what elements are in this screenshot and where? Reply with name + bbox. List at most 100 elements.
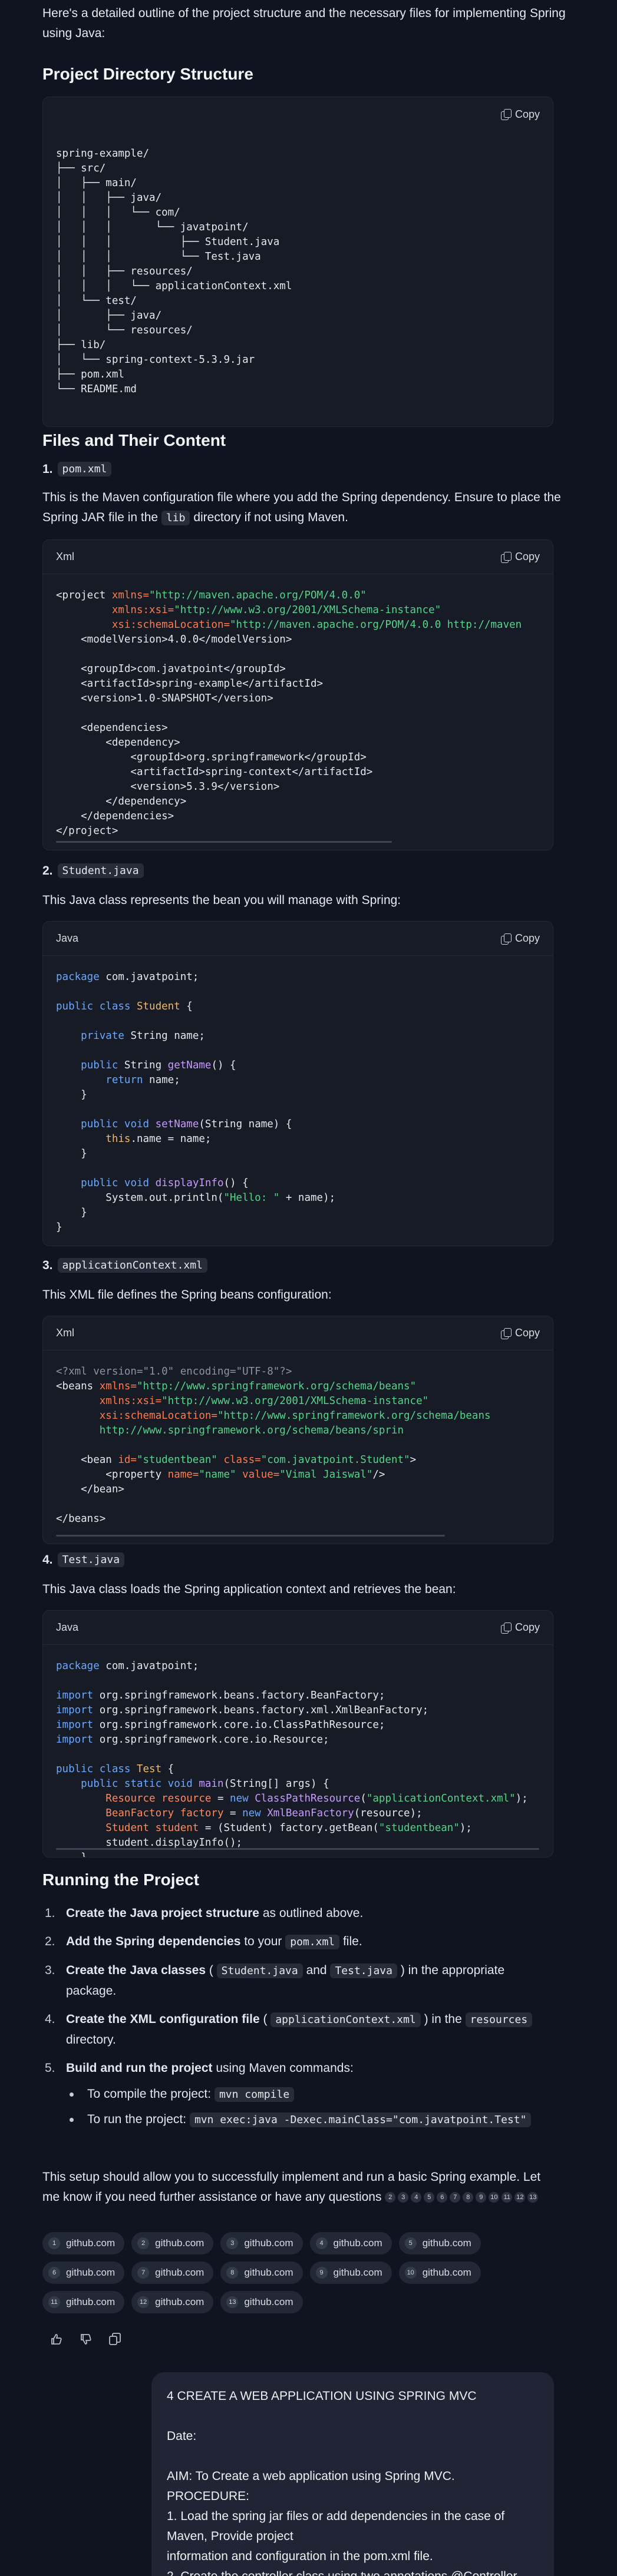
source-label: github.com <box>66 2267 116 2278</box>
intro-text: Here's a detailed outline of the project… <box>42 6 566 40</box>
file-heading-appcontext: 3. applicationContext.xml <box>42 1258 207 1273</box>
section-title-directory: Project Directory Structure <box>42 65 253 83</box>
source-label: github.com <box>422 2267 471 2278</box>
appcontext-description: This XML file defines the Spring beans c… <box>42 1288 332 1302</box>
horizontal-scrollbar[interactable] <box>56 841 392 843</box>
source-row: 6 github.com 7 github.com 8 github.com 9 github… <box>42 2262 561 2284</box>
test-code: package com.javatpoint; import org.sprin… <box>56 1660 528 1857</box>
thumbs-down-icon[interactable] <box>79 2332 93 2349</box>
source-number: 7 <box>137 2267 150 2279</box>
copy-icon <box>500 933 512 945</box>
source-number: 12 <box>137 2296 150 2308</box>
closing-text: This setup should allow you to successfu… <box>42 2170 541 2204</box>
citation-marker[interactable]: 11 <box>501 2192 513 2203</box>
source-label: github.com <box>155 2267 204 2278</box>
file-heading-student: 2. Student.java <box>42 863 144 878</box>
source-number: 6 <box>48 2267 60 2279</box>
copy-button[interactable]: Copy <box>500 551 540 563</box>
source-row: 11 github.com 12 github.com 13 github.com <box>42 2291 561 2313</box>
citation-marker[interactable]: 6 <box>437 2192 448 2203</box>
citation-marker[interactable]: 2 <box>385 2192 396 2203</box>
section-title-files: Files and Their Content <box>42 431 226 449</box>
file-heading-test: 4. Test.java <box>42 1552 125 1567</box>
source-number: 9 <box>315 2267 328 2279</box>
file-heading-pom: 1. pom.xml <box>42 462 112 476</box>
source-number: 2 <box>137 2237 150 2249</box>
appcontext-code: <?xml version="1.0" encoding="UTF-8"?> <… <box>56 1366 491 1525</box>
student-code: package com.javatpoint; public class Stu… <box>56 971 336 1233</box>
source-chip[interactable]: 5 github.com <box>398 2232 481 2254</box>
section-title-running: Running the Project <box>42 1870 199 1889</box>
message-actions <box>50 2332 121 2349</box>
source-chip[interactable]: 4 github.com <box>309 2232 392 2254</box>
source-chip[interactable]: 7 github.com <box>131 2262 214 2284</box>
source-label: github.com <box>244 2237 293 2249</box>
source-chip[interactable]: 6 github.com <box>42 2262 125 2284</box>
copy-button[interactable]: Copy <box>500 932 540 945</box>
source-label: github.com <box>333 2267 382 2278</box>
horizontal-scrollbar[interactable] <box>56 1848 539 1850</box>
list-item: 3. Create the Java classes ( Student.java… <box>45 1964 505 1998</box>
copy-icon[interactable] <box>108 2332 121 2349</box>
source-chip[interactable]: 10 github.com <box>398 2262 481 2284</box>
list-item: 2. Add the Spring dependencies to your po… <box>45 1935 362 1949</box>
citation-marker[interactable]: 9 <box>476 2192 487 2203</box>
source-chip[interactable]: 9 github.com <box>309 2262 392 2284</box>
code-block-appcontext: Xml Copy <?xml version="1.0" encoding="U… <box>42 1316 553 1544</box>
source-number: 3 <box>226 2237 239 2249</box>
pom-description: This is the Maven configuration file whe… <box>42 491 561 525</box>
code-block-test: Java Copy package com.javatpoint; import… <box>42 1610 553 1857</box>
source-chip[interactable]: 11 github.com <box>42 2291 125 2313</box>
source-chip[interactable]: 12 github.com <box>131 2291 214 2313</box>
list-item: To run the project: mvn exec:java -Dexec… <box>66 2110 552 2130</box>
horizontal-scrollbar[interactable] <box>56 1535 445 1537</box>
citation-marker[interactable]: 7 <box>450 2192 461 2203</box>
source-number: 10 <box>404 2267 417 2279</box>
source-chip[interactable]: 3 github.com <box>220 2232 303 2254</box>
source-label: github.com <box>66 2237 116 2249</box>
source-number: 13 <box>226 2296 239 2308</box>
source-number: 1 <box>48 2237 60 2249</box>
citation-marker[interactable]: 8 <box>463 2192 474 2203</box>
list-item: 5. Build and run the project using Maven … <box>45 2058 552 2130</box>
copy-icon <box>500 109 512 120</box>
source-label: github.com <box>244 2296 293 2307</box>
citation-marker[interactable]: 12 <box>514 2192 526 2203</box>
citation-marker[interactable]: 13 <box>527 2192 539 2203</box>
source-chip[interactable]: 13 github.com <box>220 2291 303 2313</box>
citation-marker[interactable]: 3 <box>398 2192 409 2203</box>
copy-icon <box>500 1327 512 1339</box>
source-label: github.com <box>155 2237 204 2249</box>
copy-icon <box>500 551 512 563</box>
source-number: 11 <box>48 2296 60 2308</box>
source-label: github.com <box>66 2296 116 2307</box>
source-chip[interactable]: 2 github.com <box>131 2232 214 2254</box>
pom-code: <project xmlns="http://maven.apache.org/… <box>56 590 522 837</box>
source-chip[interactable]: 8 github.com <box>220 2262 303 2284</box>
source-label: github.com <box>422 2237 471 2249</box>
copy-button[interactable]: Copy <box>500 1621 540 1634</box>
source-number: 5 <box>404 2237 417 2249</box>
copy-button[interactable]: Copy <box>500 108 540 121</box>
user-message-bubble: 4 CREATE A WEB APPLICATION USING SPRING … <box>151 2372 554 2576</box>
list-item: To compile the project: mvn compile <box>66 2084 552 2105</box>
student-description: This Java class represents the bean you … <box>42 893 401 907</box>
thumbs-up-icon[interactable] <box>50 2332 64 2349</box>
source-chips: 1 github.com 2 github.com 3 github.com 4 github… <box>42 2232 561 2320</box>
source-number: 4 <box>315 2237 328 2249</box>
source-label: github.com <box>333 2237 382 2249</box>
chat-transcript: Here's a detailed outline of the project… <box>0 0 617 2576</box>
tree-code: spring-example/ ├── src/ │ ├── main/ │ │… <box>56 148 292 395</box>
source-chip[interactable]: 1 github.com <box>42 2232 125 2254</box>
citation-markers: 2 3 4 5 6 7 8 9 10 11 12 13 <box>385 2190 540 2204</box>
citation-marker[interactable]: 5 <box>424 2192 435 2203</box>
source-label: github.com <box>155 2296 204 2307</box>
citation-marker[interactable]: 10 <box>489 2192 500 2203</box>
maven-commands: To compile the project: mvn compile To r… <box>66 2084 552 2130</box>
list-item: 4. Create the XML configuration file ( ap… <box>45 2009 552 2050</box>
citation-marker[interactable]: 4 <box>411 2192 422 2203</box>
source-label: github.com <box>244 2267 293 2278</box>
copy-button[interactable]: Copy <box>500 1327 540 1339</box>
code-block-tree: Copy spring-example/ ├── src/ │ ├── main… <box>42 97 553 427</box>
code-block-student: Java Copy package com.javatpoint; public… <box>42 921 553 1246</box>
